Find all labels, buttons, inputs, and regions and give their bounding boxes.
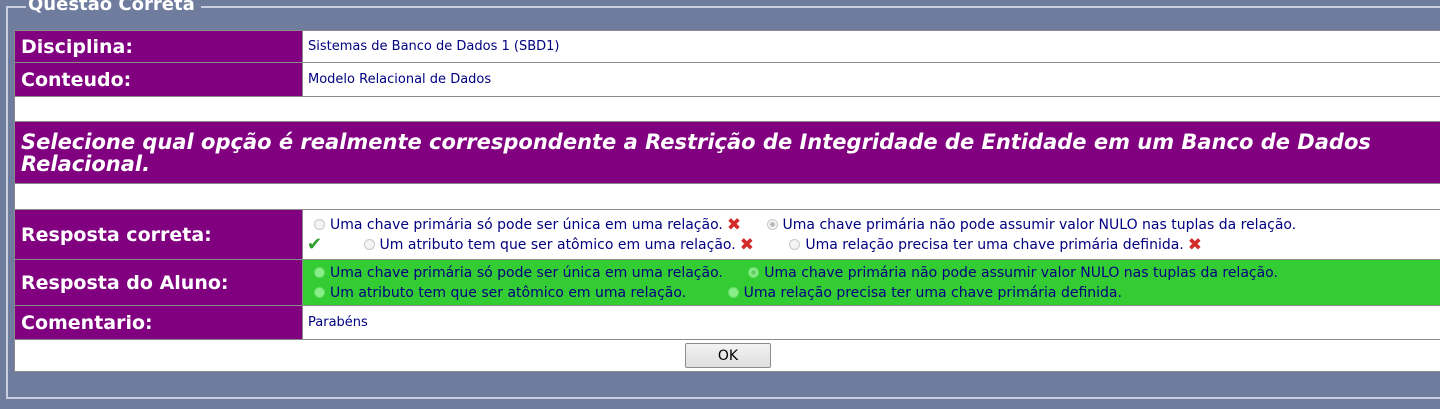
row-blank-1	[14, 96, 1440, 122]
red-x-icon: ✖	[726, 214, 742, 235]
disciplina-label: Disciplina:	[14, 30, 303, 63]
radio-button[interactable]	[766, 218, 778, 230]
disciplina-value: Sistemas de Banco de Dados 1 (SBD1)	[302, 30, 1440, 63]
resposta-correta-label: Resposta correta:	[14, 209, 303, 260]
row-ok: OK	[14, 339, 1440, 372]
student-option-3: Uma relação precisa ter uma chave primár…	[721, 285, 1122, 301]
student-option-0: Uma chave primária só pode ser única em …	[307, 265, 727, 281]
comentario-value: Parabéns	[302, 305, 1440, 340]
red-x-icon: ✖	[1187, 234, 1203, 255]
radio-button[interactable]	[314, 286, 325, 298]
correct-option-3: Uma relação precisa ter uma chave primár…	[782, 234, 1203, 255]
fieldset-legend: Questão Correta	[26, 0, 201, 16]
correct-option-0: Uma chave primária só pode ser única em …	[307, 214, 746, 235]
row-resposta-correta: Resposta correta: Uma chave primária só …	[14, 209, 1440, 260]
radio-button[interactable]	[789, 238, 801, 250]
radio-button[interactable]	[727, 286, 739, 298]
row-blank-2	[14, 183, 1440, 210]
radio-button[interactable]	[314, 218, 325, 230]
row-conteudo: Conteudo: Modelo Relacional de Dados	[14, 62, 1440, 97]
radio-button[interactable]	[363, 238, 375, 250]
resposta-correta-options: Uma chave primária só pode ser única em …	[302, 209, 1440, 260]
radio-button[interactable]	[748, 266, 760, 278]
comentario-label: Comentario:	[14, 305, 303, 340]
conteudo-label: Conteudo:	[14, 62, 303, 97]
green-check-icon: ✔	[307, 233, 323, 255]
student-option-2: Um atributo tem que ser atômico em uma r…	[307, 285, 691, 301]
resposta-aluno-options: Uma chave primária só pode ser única em …	[302, 259, 1440, 306]
resposta-aluno-label: Resposta do Aluno:	[14, 259, 303, 306]
correct-option-1: Uma chave primária não pode assumir valo…	[760, 217, 1296, 233]
student-option-1: Uma chave primária não pode assumir valo…	[741, 265, 1278, 281]
ok-button[interactable]: OK	[685, 343, 771, 368]
conteudo-value: Modelo Relacional de Dados	[302, 62, 1440, 97]
row-disciplina: Disciplina: Sistemas de Banco de Dados 1…	[14, 30, 1440, 63]
correct-option-2: Um atributo tem que ser atômico em uma r…	[357, 234, 759, 255]
radio-button[interactable]	[314, 266, 325, 278]
row-question: Selecione qual opção é realmente corresp…	[14, 121, 1440, 184]
row-comentario: Comentario: Parabéns	[14, 305, 1440, 340]
row-resposta-aluno: Resposta do Aluno: Uma chave primária só…	[14, 259, 1440, 306]
question-table: Disciplina: Sistemas de Banco de Dados 1…	[14, 30, 1440, 372]
red-x-icon: ✖	[739, 234, 754, 255]
question-text: Selecione qual opção é realmente corresp…	[14, 121, 1440, 184]
